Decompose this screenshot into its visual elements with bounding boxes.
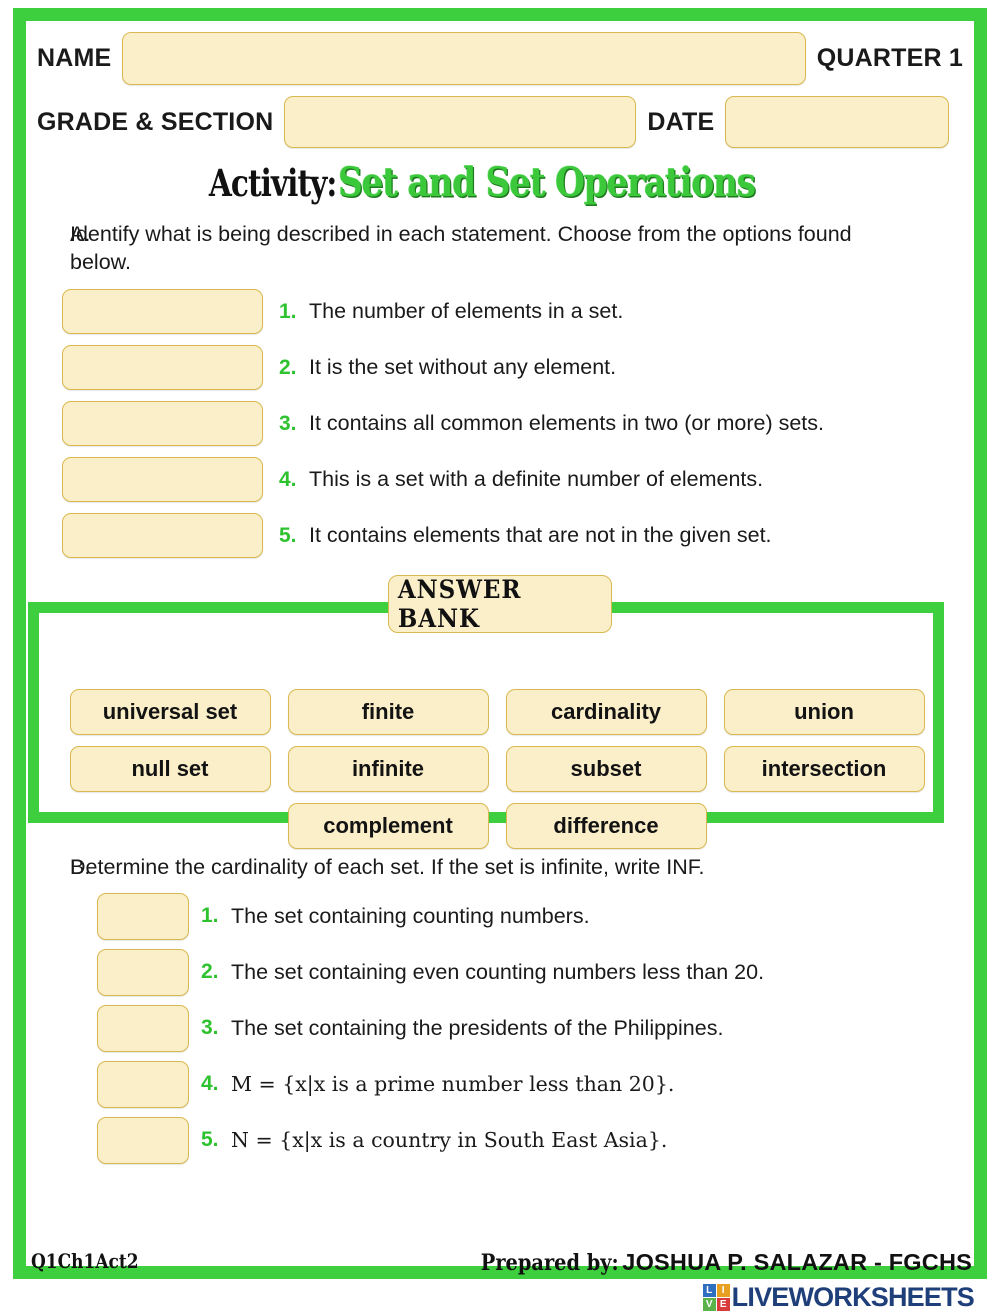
question-text: It contains all common elements in two (…: [309, 411, 824, 436]
answer-bank-row: complement difference: [39, 802, 955, 849]
table-row: 3. The set containing the presidents of …: [26, 1000, 974, 1056]
question-text: The number of elements in a set.: [309, 299, 624, 324]
question-number: 3.: [279, 411, 297, 435]
answer-input-b4[interactable]: [97, 1060, 189, 1108]
answer-bank-chip-universal-set[interactable]: universal set: [69, 688, 271, 735]
table-row: 5. N = {x|x is a country in South East A…: [26, 1112, 974, 1168]
answer-input-a3[interactable]: [62, 401, 263, 447]
prepared-by: Prepared by: JOSHUA P. SALAZAR - FGCHS: [462, 1249, 972, 1276]
name-label: NAME: [37, 43, 112, 72]
question-text: The set containing even counting numbers…: [231, 959, 765, 984]
question-text: It is the set without any element.: [309, 355, 617, 380]
answer-input-a5[interactable]: [62, 513, 263, 559]
question-text: The set containing counting numbers.: [231, 903, 590, 928]
table-row: 2. The set containing even counting numb…: [26, 944, 974, 1000]
worksheet-content: NAME QUARTER 1 GRADE & SECTION DATE Acti…: [26, 21, 974, 1266]
date-input[interactable]: [725, 96, 950, 148]
logo-square-v: V: [702, 1298, 716, 1311]
answer-bank-title-text: ANSWER BANK: [397, 574, 522, 633]
answer-input-b5[interactable]: [97, 1116, 189, 1164]
section-a-instruction: A. Identify what is being described in e…: [26, 220, 974, 277]
header-row-name: NAME QUARTER 1: [26, 25, 974, 91]
answer-bank-chip-union[interactable]: union: [723, 688, 925, 735]
header-row-grade-date: GRADE & SECTION DATE: [26, 91, 974, 153]
answer-bank-row: universal set finite cardinality union: [39, 688, 955, 735]
question-number: 4.: [279, 467, 297, 491]
page-title: Activity:Set and Set Operations: [26, 159, 974, 206]
question-number: 1.: [279, 299, 297, 323]
question-text: It contains elements that are not in the…: [309, 523, 772, 548]
answer-input-b3[interactable]: [97, 1004, 189, 1052]
question-text: The set containing the presidents of the…: [231, 1015, 724, 1040]
quarter-label: QUARTER 1: [816, 43, 963, 72]
prepared-by-name: JOSHUA P. SALAZAR - FGCHS: [622, 1249, 972, 1275]
answer-bank-chip-intersection[interactable]: intersection: [723, 745, 925, 792]
answer-bank-grid: universal set finite cardinality union n…: [39, 688, 955, 860]
name-input[interactable]: [122, 31, 806, 85]
liveworksheets-logo-icon: L I V E: [702, 1284, 730, 1311]
answer-bank-chip-infinite[interactable]: infinite: [287, 745, 489, 792]
question-number: 2.: [279, 355, 297, 379]
question-number: 4.: [201, 1072, 219, 1096]
logo-square-e: E: [716, 1298, 730, 1311]
table-row: 1. The number of elements in a set.: [26, 284, 974, 340]
date-label: DATE: [647, 107, 715, 136]
grade-section-input[interactable]: [284, 96, 637, 148]
title-main: Set and Set Operations: [338, 159, 756, 206]
question-number: 5.: [201, 1128, 219, 1152]
answer-bank-row: null set infinite subset intersection: [39, 745, 955, 792]
worksheet-page: NAME QUARTER 1 GRADE & SECTION DATE Acti…: [0, 0, 1000, 1311]
answer-bank-frame: universal set finite cardinality union n…: [28, 601, 944, 849]
table-row: 4. M = {x|x is a prime number less than …: [26, 1056, 974, 1112]
answer-bank-spacer: [70, 803, 271, 849]
section-b-question-list: 1. The set containing counting numbers. …: [26, 888, 974, 1168]
answer-bank-chip-difference[interactable]: difference: [505, 802, 707, 849]
answer-input-a2[interactable]: [62, 345, 263, 391]
question-text: M = {x|x is a prime number less than 20}…: [231, 1072, 675, 1097]
answer-bank-chip-finite[interactable]: finite: [287, 688, 489, 735]
table-row: 2. It is the set without any element.: [26, 340, 974, 396]
answer-bank-chip-subset[interactable]: subset: [505, 745, 707, 792]
answer-input-b1[interactable]: [97, 892, 189, 940]
worksheet-code: Q1Ch1Act2: [31, 1249, 139, 1273]
answer-input-a4[interactable]: [62, 457, 263, 503]
table-row: 5. It contains elements that are not in …: [26, 508, 974, 564]
liveworksheets-logo: L I V E LIVEWORKSHEETS: [702, 1282, 975, 1312]
question-number: 5.: [279, 523, 297, 547]
answer-input-b2[interactable]: [97, 948, 189, 996]
section-a-question-list: 1. The number of elements in a set. 2. I…: [26, 284, 974, 564]
answer-bank-chip-complement[interactable]: complement: [287, 802, 489, 849]
question-number: 2.: [201, 960, 219, 984]
title-prefix: Activity:: [208, 161, 337, 205]
answer-bank: universal set finite cardinality union n…: [26, 574, 974, 849]
table-row: 4. This is a set with a definite number …: [26, 452, 974, 508]
answer-bank-spacer: [724, 803, 925, 849]
question-number: 1.: [201, 904, 219, 928]
table-row: 3. It contains all common elements in tw…: [26, 396, 974, 452]
liveworksheets-wordmark: LIVEWORKSHEETS: [731, 1282, 975, 1312]
answer-bank-chip-null-set[interactable]: null set: [69, 745, 271, 792]
section-a-instruction-text: Identify what is being described in each…: [70, 222, 852, 275]
answer-input-a1[interactable]: [62, 289, 263, 335]
grade-section-label: GRADE & SECTION: [37, 107, 274, 136]
answer-bank-title: ANSWER BANK: [388, 574, 612, 633]
footer: Q1Ch1Act2 Prepared by: JOSHUA P. SALAZAR…: [26, 1249, 975, 1311]
table-row: 1. The set containing counting numbers.: [26, 888, 974, 944]
answer-bank-chip-cardinality[interactable]: cardinality: [505, 688, 707, 735]
section-a-letter: A.: [70, 222, 91, 246]
question-number: 3.: [201, 1016, 219, 1040]
prepared-by-label: Prepared by:: [480, 1250, 619, 1276]
question-text: N = {x|x is a country in South East Asia…: [231, 1128, 668, 1153]
question-text: This is a set with a definite number of …: [309, 467, 764, 492]
